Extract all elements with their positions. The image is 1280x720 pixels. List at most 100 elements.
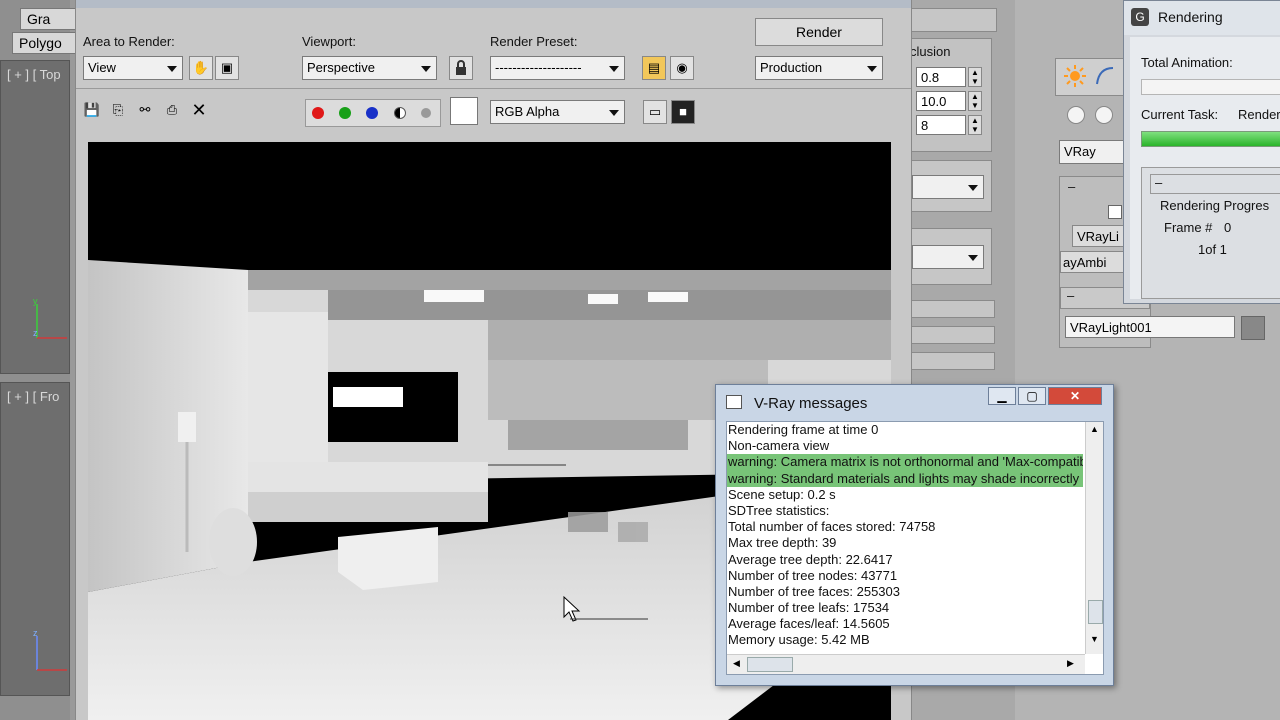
monochrome-icon[interactable] [421, 108, 431, 118]
render-preset-value: -------------------- [495, 60, 582, 75]
current-task-value: Render [1238, 107, 1280, 122]
log-line: Non-camera view [728, 438, 830, 454]
panel-dropdown[interactable] [912, 245, 984, 269]
log-line: Memory usage: 5.42 MB [728, 632, 870, 648]
spinner-field-2[interactable]: 10.0 [916, 91, 966, 111]
checkbox[interactable] [1108, 205, 1122, 219]
lights-icon[interactable] [1063, 64, 1087, 88]
auto-region-icon[interactable]: ▣ [215, 56, 239, 80]
scroll-down-icon[interactable]: ▼ [1090, 634, 1099, 644]
maximize-button[interactable]: ▢ [1018, 387, 1046, 405]
log-line: Scene setup: 0.2 s [728, 486, 836, 502]
top-viewport[interactable]: [ + ] [ Top y z [0, 60, 70, 374]
window-icon [726, 395, 742, 409]
log-line: Total number of faces stored: 74758 [728, 519, 936, 535]
graphite-tab-label: Gra [27, 11, 51, 27]
vrayambient-button-label: ayAmbi [1063, 255, 1107, 270]
rendering-progress-group-label: Rendering Progres [1160, 198, 1270, 213]
lock-icon[interactable] [449, 56, 473, 80]
horizontal-scroll-thumb[interactable] [747, 657, 793, 672]
log-line: Max tree depth: 39 [728, 535, 837, 551]
svg-text:z: z [33, 628, 38, 638]
blue-channel-icon[interactable] [366, 107, 378, 119]
spinner-2-value: 10.0 [921, 94, 947, 109]
save-image-icon[interactable]: 💾 [80, 99, 104, 123]
spinner-field-3[interactable]: 8 [916, 115, 966, 135]
spinner-field-1[interactable]: 0.8 [916, 67, 966, 87]
cameras-icon[interactable] [1093, 64, 1117, 88]
environment-effects-icon[interactable]: ◉ [670, 56, 694, 80]
scroll-left-icon[interactable]: ◀ [733, 658, 740, 669]
log-line: Number of tree faces: 255303 [728, 583, 900, 599]
object-name-field[interactable]: VRayLight001 [1065, 316, 1235, 338]
print-icon[interactable]: ⎙ [160, 99, 184, 123]
log-line: SDTree statistics: [728, 502, 830, 518]
green-channel-icon[interactable] [339, 107, 351, 119]
swatch-color-icon[interactable] [450, 97, 478, 125]
vray-message-log[interactable]: Rendering frame at time 0 Non-camera view… [726, 421, 1104, 675]
horizontal-scrollbar[interactable]: ◀ ▶ [727, 654, 1085, 674]
spinner-arrows-icon[interactable]: ▲ ▼ [968, 115, 982, 135]
warning-log-line: warning: Camera matrix is not orthonorma… [727, 454, 1083, 471]
display-channel-dropdown[interactable]: RGB Alpha [490, 100, 625, 124]
panel-group [905, 160, 992, 212]
vray-messages-title: V-Ray messages [754, 395, 868, 412]
close-button[interactable]: ✕ [1048, 387, 1102, 405]
red-channel-icon[interactable] [312, 107, 324, 119]
channel-toggles [305, 99, 441, 127]
clone-frame-icon[interactable]: ⚯ [133, 99, 157, 123]
scroll-up-icon[interactable]: ▲ [1090, 424, 1099, 434]
total-animation-label: Total Animation: [1141, 55, 1233, 70]
max-left-strip: Gra Polygo [ + ] [ Top y z [ + ] [ Fro z [0, 0, 84, 720]
display-channel-value: RGB Alpha [495, 104, 560, 119]
edit-region-icon[interactable]: ✋ [189, 56, 213, 80]
rollout-collapse[interactable]: – [1155, 175, 1162, 190]
log-line: Average faces/leaf: 14.5605 [728, 616, 890, 632]
render-preset-dropdown[interactable]: -------------------- [490, 56, 625, 80]
occlusion-label: clusion [910, 44, 951, 59]
rollout-collapse[interactable]: – [1067, 288, 1074, 303]
vertical-scrollbar[interactable]: ▲ ▼ [1085, 422, 1103, 654]
rendering-progress-window: G Rendering Total Animation: Current Tas… [1123, 0, 1280, 304]
render-mode-dropdown[interactable]: Production [755, 56, 883, 80]
area-to-render-value: View [88, 60, 116, 75]
panel-group [905, 228, 992, 285]
toggle-ui-overlay-icon[interactable]: ▭ [643, 100, 667, 124]
total-animation-progress [1141, 79, 1280, 95]
vertical-scroll-thumb[interactable] [1088, 600, 1103, 624]
radio-button[interactable] [1067, 106, 1085, 124]
toggle-ui-icon[interactable]: ■ [671, 100, 695, 124]
clear-icon[interactable]: ✕ [187, 99, 211, 123]
radio-button[interactable] [1095, 106, 1113, 124]
frame-value: 0 [1224, 220, 1232, 235]
top-viewport-label: [ + ] [ Top [7, 67, 61, 82]
object-color-swatch[interactable] [1241, 316, 1265, 340]
viewport-label: Viewport: [302, 34, 356, 49]
toolbar-divider [76, 88, 911, 89]
render-preset-label: Render Preset: [490, 34, 578, 49]
rollout-collapse[interactable]: – [1068, 179, 1075, 194]
alpha-channel-icon[interactable] [394, 107, 406, 119]
current-task-progress [1141, 131, 1280, 147]
log-line: Average tree depth: 22.6417 [728, 551, 893, 567]
minimize-button[interactable]: ▁ [988, 387, 1016, 405]
frame-label: Frame # [1164, 220, 1213, 235]
render-setup-icon[interactable]: ▤ [642, 56, 666, 80]
viewport-dropdown[interactable]: Perspective [302, 56, 437, 80]
spinner-3-value: 8 [921, 118, 929, 133]
copy-image-icon[interactable]: ⎘ [106, 99, 130, 123]
area-to-render-dropdown[interactable]: View [83, 56, 183, 80]
panel-dropdown[interactable] [912, 175, 984, 199]
spinner-arrows-icon[interactable]: ▲ ▼ [968, 91, 982, 111]
log-line: Number of tree nodes: 43771 [728, 567, 898, 583]
render-button[interactable]: Render [755, 18, 883, 46]
panel-field [905, 352, 995, 370]
rendering-window-title: Rendering [1158, 9, 1223, 25]
front-viewport[interactable]: [ + ] [ Fro z [0, 382, 70, 696]
rollout-header[interactable]: – [1150, 174, 1280, 194]
frame-count: 1of 1 [1198, 242, 1227, 257]
spinner-arrows-icon[interactable]: ▲ ▼ [968, 67, 982, 87]
scroll-right-icon[interactable]: ▶ [1067, 658, 1074, 669]
polygon-tab[interactable]: Polygo [12, 32, 82, 54]
log-line: Rendering frame at time 0 [728, 422, 879, 437]
